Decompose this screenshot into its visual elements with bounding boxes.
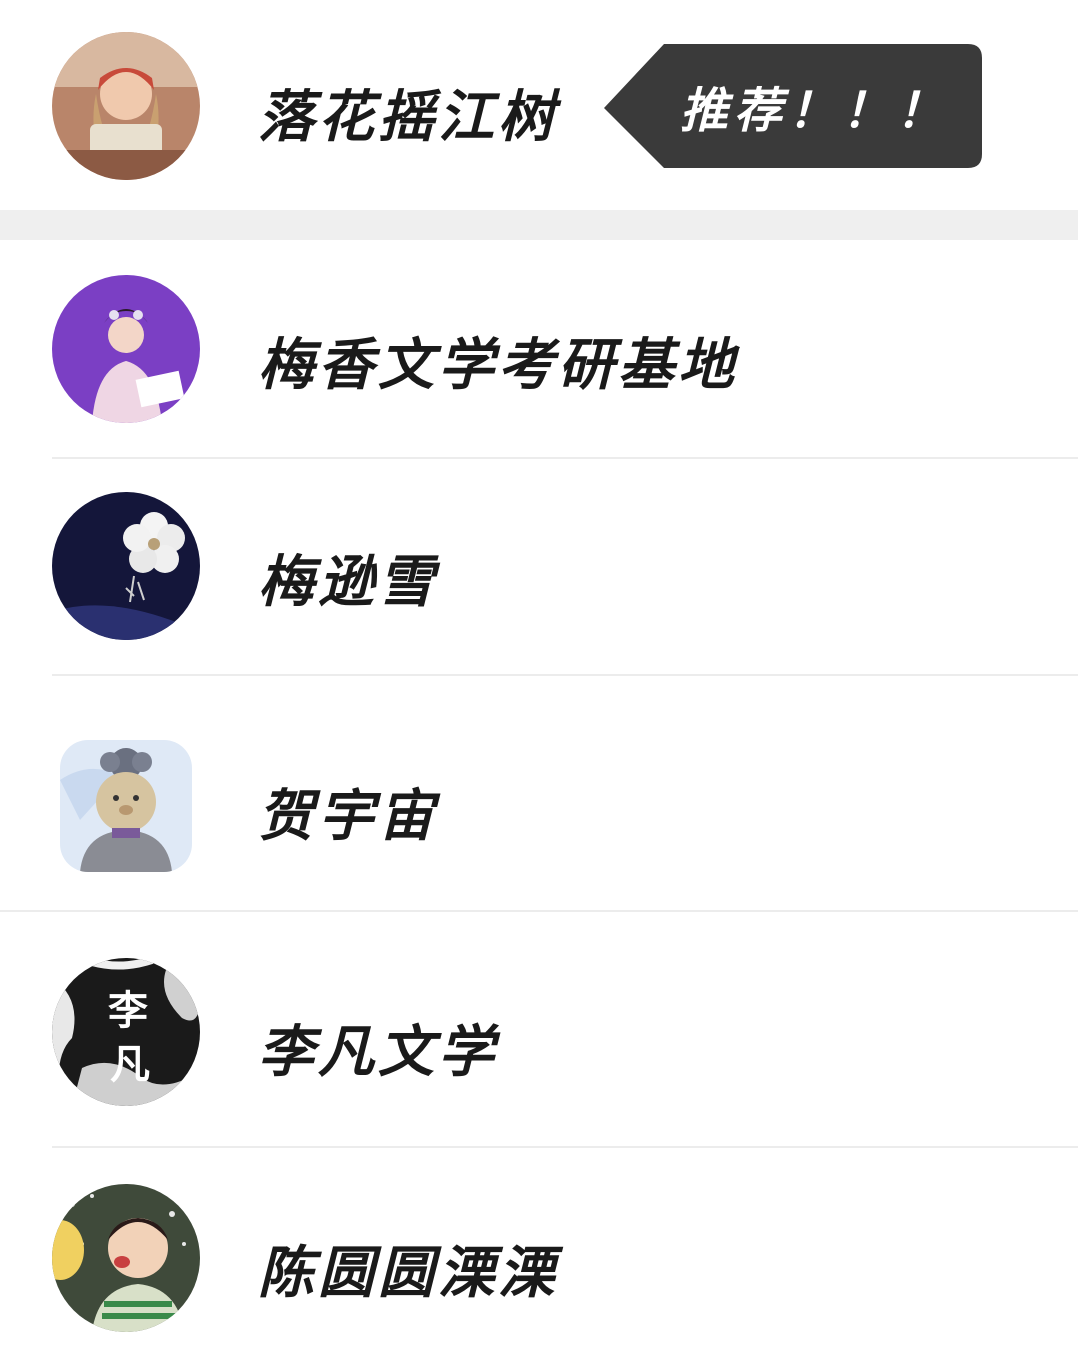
- avatar[interactable]: [52, 492, 200, 640]
- contact-row-meixunxue[interactable]: 梅逊雪: [0, 459, 1078, 675]
- avatar[interactable]: 李 凡: [52, 958, 200, 1106]
- contact-name: 梅逊雪: [258, 549, 438, 615]
- contact-name: 贺宇宙: [258, 783, 438, 849]
- contact-name: 落花摇江树: [258, 84, 558, 150]
- contact-name: 陈圆圆溧溧: [258, 1240, 558, 1306]
- contact-name: 梅香文学考研基地: [258, 332, 738, 398]
- avatar-text-fan: 凡: [110, 1041, 150, 1088]
- contact-list-screen: 落花摇江树 推荐！！！ 梅香文学考研基地 梅逊雪 贺宇宙 李 凡 李凡文学 陈圆…: [0, 0, 1078, 1363]
- avatar[interactable]: [52, 275, 200, 423]
- contact-row-meixiang[interactable]: 梅香文学考研基地: [0, 240, 1078, 458]
- contact-row-luohua[interactable]: 落花摇江树 推荐！！！: [0, 0, 1078, 210]
- avatar[interactable]: [60, 740, 192, 872]
- contact-row-lifan[interactable]: 李 凡 李凡文学: [0, 912, 1078, 1146]
- section-separator: [0, 210, 1078, 240]
- contact-name: 李凡文学: [258, 1019, 498, 1085]
- tooltip-text: 推荐！！！: [680, 83, 951, 139]
- avatar[interactable]: [52, 32, 200, 180]
- contact-row-heyuzhou[interactable]: 贺宇宙: [0, 676, 1078, 910]
- contact-row-chenyuanyuan[interactable]: 陈圆圆溧溧: [0, 1148, 1078, 1363]
- avatar[interactable]: [52, 1184, 200, 1332]
- avatar-text-li: 李: [108, 987, 148, 1034]
- recommend-tooltip: 推荐！！！: [604, 44, 982, 168]
